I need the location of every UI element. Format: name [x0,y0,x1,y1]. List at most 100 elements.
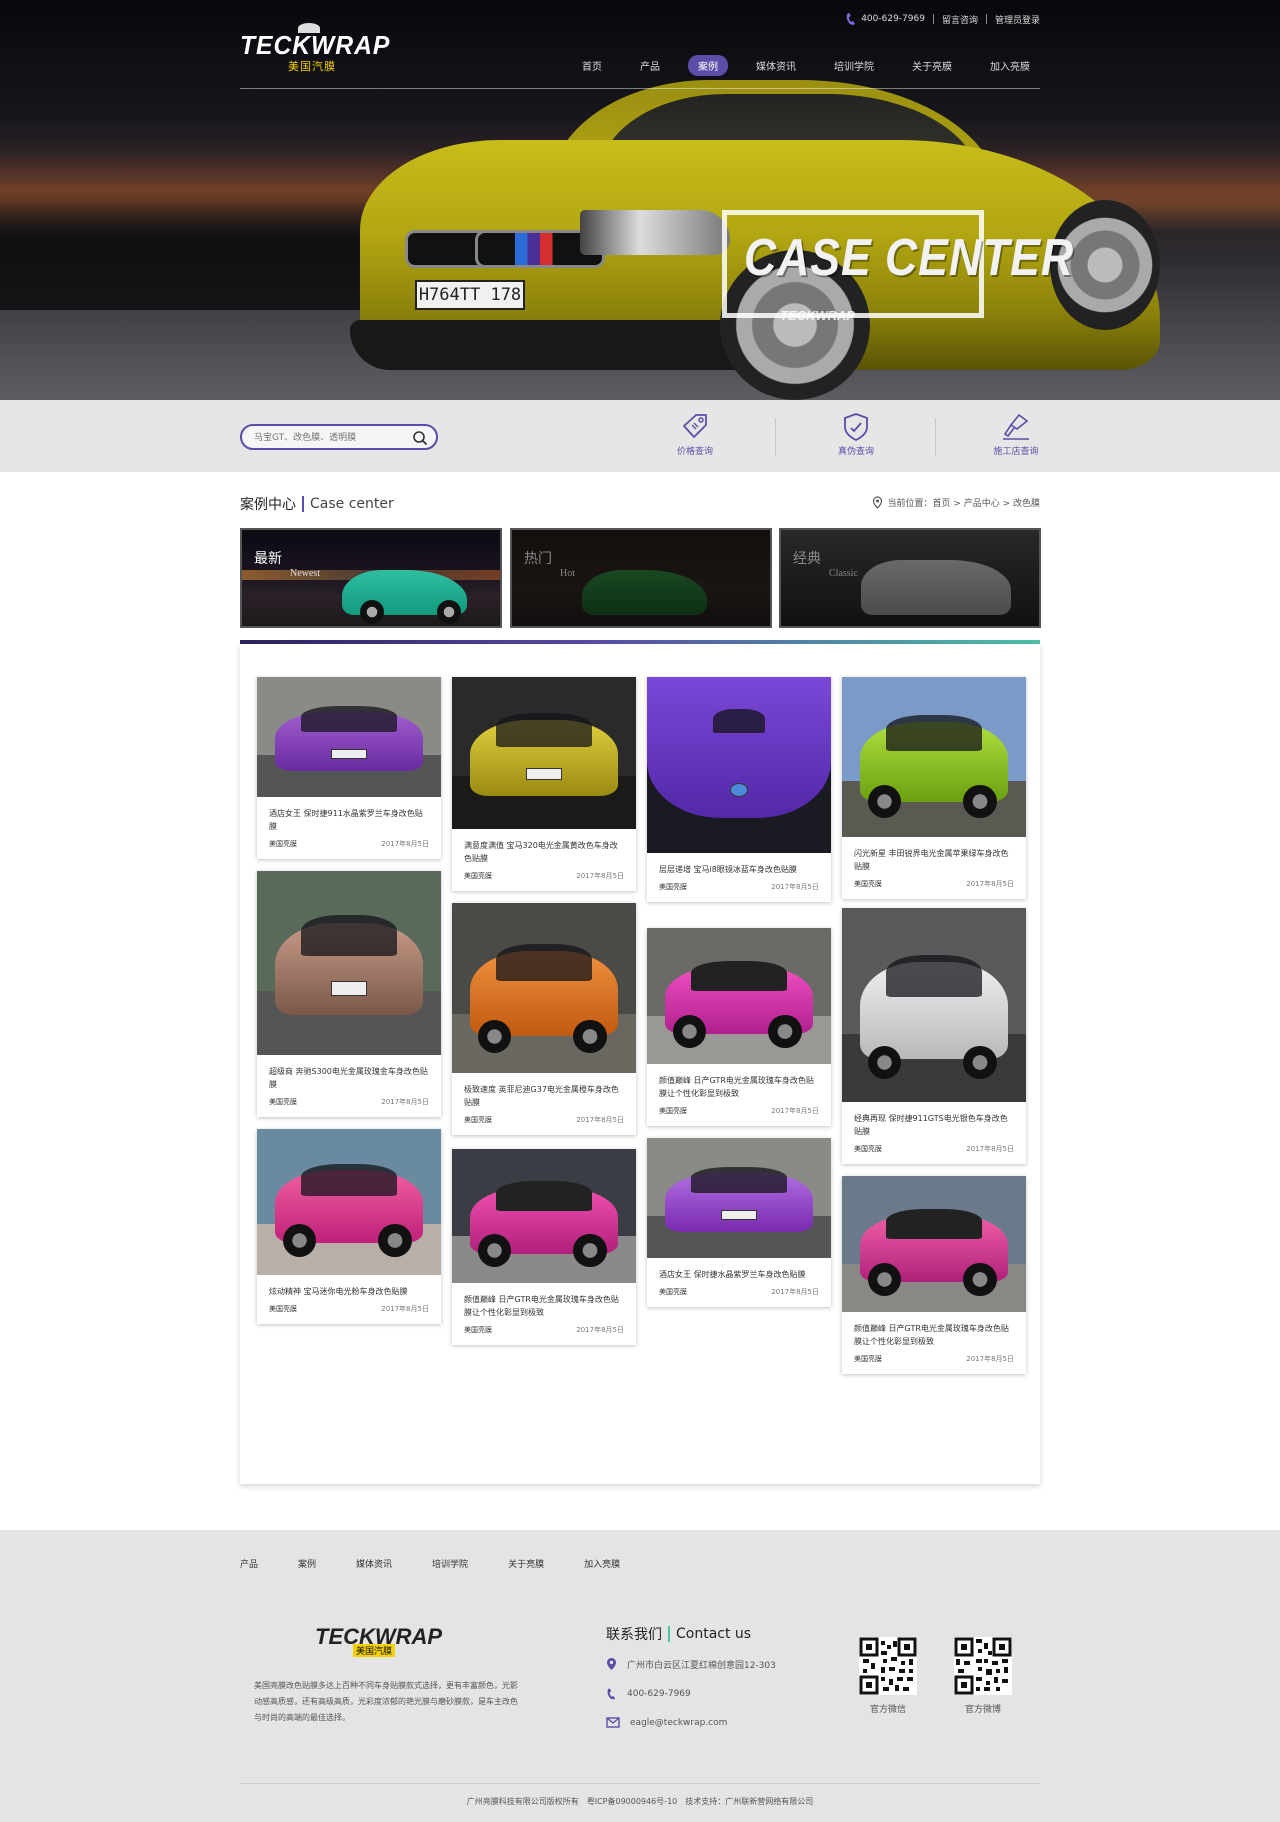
case-title[interactable]: 颜值巅峰 日产GTR电光金属玫瑰车身改色贴膜让个性化彰显到极致 [647,1064,831,1100]
case-title[interactable]: 层层递增 宝马i8眼镜冰蓝车身改色贴膜 [647,853,831,876]
footer-link-cases[interactable]: 案例 [298,1557,316,1570]
tile-overlay [781,530,1039,626]
quick-installer-query[interactable]: 施工店查询 [976,412,1056,457]
nav-about[interactable]: 关于亮膜 [902,55,962,76]
category-en: Classic [829,568,858,579]
case-card[interactable]: 闪光新星 丰田锐界电光金属苹果绿车身改色贴膜 美国亮膜 2017年8月5日 [842,677,1026,899]
nav-join[interactable]: 加入亮膜 [980,55,1040,76]
case-photo [647,928,831,1064]
case-photo [452,903,636,1073]
case-card[interactable]: 超级商 奔驰S300电光金属玫瑰金车身改色贴膜 美国亮膜 2017年8月5日 [257,871,441,1117]
main-nav: 首页 产品 案例 媒体资讯 培训学院 关于亮膜 加入亮膜 [554,55,1040,76]
category-cn: 最新 [254,551,282,567]
top-link-admin-login[interactable]: 管理员登录 [995,13,1040,26]
divider [932,14,934,24]
nav-cases[interactable]: 案例 [688,55,728,76]
qr-code-weibo [954,1637,1012,1695]
search-icon[interactable] [412,430,428,446]
footer-link-about[interactable]: 关于亮膜 [508,1557,544,1570]
breadcrumb-text[interactable]: 当前位置：首页 > 产品中心 > 改色膜 [887,496,1040,509]
case-photo [647,677,831,853]
case-date: 2017年8月5日 [381,1305,429,1313]
car-window [496,713,592,747]
case-author: 美国亮膜 [269,840,297,848]
email-text[interactable]: eagle@teckwrap.com [630,1718,727,1728]
category-cn: 经典 [793,551,821,567]
category-newest[interactable]: 最新 Newest [240,528,502,628]
footer-link-products[interactable]: 产品 [240,1557,258,1570]
case-photo [452,1149,636,1283]
case-card[interactable]: 经典再现 保时捷911GTS电光银色车身改色贴膜 美国亮膜 2017年8月5日 [842,908,1026,1164]
case-card[interactable]: 颜值巅峰 日产GTR电光金属玫瑰车身改色贴膜让个性化彰显到极致 美国亮膜 2017… [647,928,831,1126]
case-author: 美国亮膜 [464,872,492,880]
address-text: 广州市白云区江夏红棉创意园12-303 [627,1660,776,1671]
case-title[interactable]: 满意度满值 宝马320电光金属黄改色车身改色贴膜 [452,829,636,865]
category-classic[interactable]: 经典 Classic [779,528,1041,628]
case-title[interactable]: 经典再现 保时捷911GTS电光银色车身改色贴膜 [842,1102,1026,1138]
car-window [691,1166,787,1194]
wheel [672,1014,706,1048]
footer-logo[interactable]: TECKWRAP 美国汽膜 [315,1620,450,1660]
wheel [477,1233,511,1267]
case-author: 美国亮膜 [269,1098,297,1106]
top-link-message[interactable]: 留言咨询 [942,13,978,26]
case-card[interactable]: 酒店女王 保时捷水晶紫罗兰车身改色贴膜 美国亮膜 2017年8月5日 [647,1138,831,1307]
nav-media[interactable]: 媒体资讯 [746,55,806,76]
case-date: 2017年8月5日 [381,1098,429,1106]
search-band [0,400,1280,472]
qr-code-icon [859,1637,917,1695]
case-author: 美国亮膜 [854,880,882,888]
footer-link-training[interactable]: 培训学院 [432,1557,468,1570]
case-title[interactable]: 炫动精神 宝马迷你电光粉车身改色贴膜 [257,1275,441,1298]
category-hot[interactable]: 热门 Hot [510,528,772,628]
case-card[interactable]: 满意度满值 宝马320电光金属黄改色车身改色贴膜 美国亮膜 2017年8月5日 [452,677,636,891]
car-vent [713,708,765,734]
case-author: 美国亮膜 [854,1355,882,1363]
case-author: 美国亮膜 [464,1116,492,1124]
divider [985,14,987,24]
quick-authenticity-query[interactable]: 真伪查询 [816,412,896,457]
case-card[interactable]: 酒店女王 保时捷911水晶紫罗兰车身改色贴膜 美国亮膜 2017年8月5日 [257,677,441,859]
case-photo [257,1129,441,1275]
car-window [886,1208,982,1239]
case-title[interactable]: 颜值巅峰 日产GTR电光金属玫瑰车身改色贴膜让个性化彰显到极致 [452,1283,636,1319]
case-title[interactable]: 酒店女王 保时捷911水晶紫罗兰车身改色贴膜 [257,797,441,833]
nav-products[interactable]: 产品 [630,55,670,76]
case-title[interactable]: 酒店女王 保时捷水晶紫罗兰车身改色贴膜 [647,1258,831,1281]
wheel [477,1019,511,1053]
car-window [496,1181,592,1211]
case-date: 2017年8月5日 [381,840,429,848]
case-card[interactable]: 颜值巅峰 日产GTR电光金属玫瑰车身改色贴膜让个性化彰显到极致 美国亮膜 2017… [452,1149,636,1345]
case-card[interactable]: 颜值巅峰 日产GTR电光金属玫瑰车身改色贴膜让个性化彰显到极致 美国亮膜 2017… [842,1176,1026,1374]
phone-icon [846,13,856,25]
case-title[interactable]: 极致速度 英菲尼迪G37电光金属橙车身改色贴膜 [452,1073,636,1109]
wheel [573,1233,607,1267]
case-card[interactable]: 极致速度 英菲尼迪G37电光金属橙车身改色贴膜 美国亮膜 2017年8月5日 [452,903,636,1135]
quick-price-query[interactable]: 价格查询 [655,412,735,457]
case-date: 2017年8月5日 [771,1107,819,1115]
case-photo [842,1176,1026,1312]
case-card[interactable]: 炫动精神 宝马迷你电光粉车身改色贴膜 美国亮膜 2017年8月5日 [257,1129,441,1324]
search-box[interactable] [240,424,438,450]
case-card[interactable]: 层层递增 宝马i8眼镜冰蓝车身改色贴膜 美国亮膜 2017年8月5日 [647,677,831,902]
contact-phone: 400-629-7969 [606,1687,691,1701]
copyright: 广州亮膜科技有限公司版权所有 粤ICP备09000946号-10 技术支持：广州… [466,1797,814,1806]
case-date: 2017年8月5日 [576,1326,624,1334]
category-cn: 热门 [524,551,552,567]
nav-training[interactable]: 培训学院 [824,55,884,76]
footer-link-media[interactable]: 媒体资讯 [356,1557,392,1570]
divider [775,418,776,456]
case-title[interactable]: 超级商 奔驰S300电光金属玫瑰金车身改色贴膜 [257,1055,441,1091]
site-logo[interactable]: TECKWRAP 美国汽膜 [240,23,390,74]
case-title[interactable]: 颜值巅峰 日产GTR电光金属玫瑰车身改色贴膜让个性化彰显到极致 [842,1312,1026,1348]
spray-gun-icon [1003,413,1029,440]
search-input[interactable] [254,430,404,446]
contact-email[interactable]: eagle@teckwrap.com [606,1717,727,1728]
footer-logo-subtitle: 美国汽膜 [353,1644,396,1657]
case-title[interactable]: 闪光新星 丰田锐界电光金属苹果绿车身改色贴膜 [842,837,1026,873]
nav-home[interactable]: 首页 [572,55,612,76]
wheel [963,1045,997,1079]
case-photo [257,677,441,797]
footer-link-join[interactable]: 加入亮膜 [584,1557,620,1570]
case-date: 2017年8月5日 [576,872,624,880]
